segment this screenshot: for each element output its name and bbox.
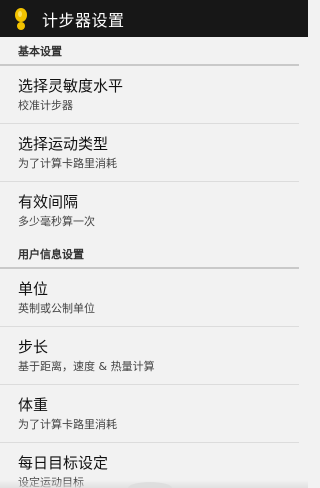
pref-title: 体重 bbox=[18, 396, 49, 414]
pref-title: 每日目标设定 bbox=[18, 454, 109, 472]
scroll-fade bbox=[0, 480, 308, 488]
pref-valid-interval[interactable]: 有效间隔 多少毫秒算一次 bbox=[0, 182, 299, 240]
pref-summary: 校准计步器 bbox=[18, 99, 73, 112]
pref-exercise-type[interactable]: 选择运动类型 为了计算卡路里消耗 bbox=[0, 124, 299, 182]
pref-summary: 基于距离，速度 & 热量计算 bbox=[18, 360, 155, 373]
pref-title: 步长 bbox=[18, 338, 49, 356]
pref-title: 单位 bbox=[18, 280, 49, 298]
pref-title: 有效间隔 bbox=[18, 193, 79, 211]
pref-body-weight[interactable]: 体重 为了计算卡路里消耗 bbox=[0, 385, 299, 443]
pref-summary: 多少毫秒算一次 bbox=[18, 215, 95, 228]
pref-summary: 为了计算卡路里消耗 bbox=[18, 157, 117, 170]
section-header-user-info: 用户信息设置 bbox=[0, 240, 299, 269]
pref-sensitivity-level[interactable]: 选择灵敏度水平 校准计步器 bbox=[0, 66, 299, 124]
pref-title: 选择灵敏度水平 bbox=[18, 77, 124, 95]
section-header-basic: 基本设置 bbox=[0, 37, 299, 66]
pref-stride-length[interactable]: 步长 基于距离，速度 & 热量计算 bbox=[0, 327, 299, 385]
page-title: 计步器设置 bbox=[42, 10, 125, 30]
action-bar: 计步器设置 bbox=[0, 0, 308, 37]
footprint-icon[interactable] bbox=[10, 6, 32, 32]
pref-title: 选择运动类型 bbox=[18, 135, 109, 153]
pref-units[interactable]: 单位 英制或公制单位 bbox=[0, 269, 299, 327]
pref-summary: 为了计算卡路里消耗 bbox=[18, 418, 117, 431]
pref-summary: 英制或公制单位 bbox=[18, 302, 95, 315]
settings-screen: 计步器设置 基本设置 选择灵敏度水平 校准计步器 选择运动类型 为了计算卡路里消… bbox=[0, 0, 308, 488]
